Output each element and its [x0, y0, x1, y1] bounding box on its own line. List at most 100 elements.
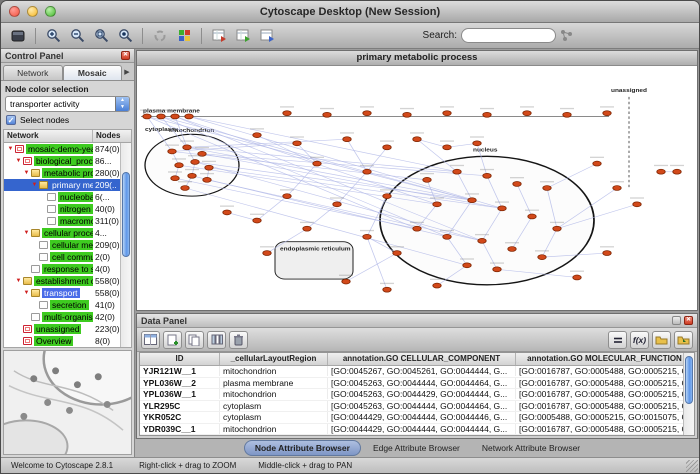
- network-node[interactable]: [633, 202, 641, 207]
- table-scrollbar-thumb[interactable]: [685, 356, 693, 404]
- tree-row-cellular-metabo[interactable]: cellular metabo209(0): [4, 239, 131, 251]
- network-node[interactable]: [363, 169, 371, 174]
- float-panel-icon[interactable]: [672, 316, 681, 325]
- tab-network-attribute-browser[interactable]: Network Attribute Browser: [472, 441, 590, 455]
- network-node[interactable]: [223, 210, 231, 215]
- network-frame-title[interactable]: primary metabolic process: [137, 51, 697, 66]
- network-node[interactable]: [593, 161, 601, 166]
- table-row[interactable]: YJR121W__1mitochondrion[GO:0045267, GO:0…: [140, 366, 694, 378]
- network-node[interactable]: [383, 287, 391, 292]
- network-node[interactable]: [157, 114, 165, 119]
- zoom-window-button[interactable]: [45, 6, 56, 17]
- network-node[interactable]: [493, 267, 501, 272]
- table-scrollbar[interactable]: [683, 353, 694, 435]
- network-node[interactable]: [498, 206, 506, 211]
- network-node[interactable]: [263, 251, 271, 256]
- tab-mosaic[interactable]: Mosaic: [63, 65, 123, 80]
- network-node[interactable]: [283, 111, 291, 116]
- network-node[interactable]: [453, 169, 461, 174]
- color-attribute-dropdown[interactable]: transporter activity ▲▼: [5, 96, 130, 112]
- network-node[interactable]: [523, 111, 531, 116]
- zoom-fit-icon[interactable]: [90, 25, 112, 46]
- network-node[interactable]: [613, 186, 621, 191]
- network-node[interactable]: [443, 145, 451, 150]
- tree-column-network[interactable]: Network: [4, 130, 93, 142]
- network-node[interactable]: [171, 114, 179, 119]
- annotation-icon[interactable]: [256, 25, 278, 46]
- network-node[interactable]: [181, 186, 189, 191]
- table-row[interactable]: YPL036W__1mitochondrion[GO:0045263, GO:0…: [140, 389, 694, 401]
- vizmapper-icon[interactable]: [173, 25, 195, 46]
- network-node[interactable]: [191, 160, 199, 165]
- network-node[interactable]: [283, 194, 291, 199]
- network-node[interactable]: [528, 214, 536, 219]
- network-node[interactable]: [313, 161, 321, 166]
- function-builder-button[interactable]: f(x): [630, 331, 649, 349]
- tree-scrollbar[interactable]: [120, 143, 131, 347]
- network-node[interactable]: [468, 198, 476, 203]
- resize-grip[interactable]: [686, 460, 698, 472]
- tree-row-nucleobase[interactable]: nucleobase6(...: [4, 191, 131, 203]
- folder-icon[interactable]: [652, 331, 671, 349]
- tab-scroll-right-icon[interactable]: ▶: [122, 65, 132, 80]
- network-node[interactable]: [323, 112, 331, 117]
- network-structure-icon[interactable]: [560, 29, 573, 42]
- tree-row-multi-organism-pro[interactable]: multi-organism pro42(0): [4, 311, 131, 323]
- network-node[interactable]: [171, 176, 179, 181]
- network-node[interactable]: [538, 255, 546, 260]
- network-node[interactable]: [478, 238, 486, 243]
- network-overview[interactable]: [3, 350, 132, 455]
- network-node[interactable]: [333, 202, 341, 207]
- close-icon[interactable]: ✕: [121, 51, 130, 60]
- tree-row-nitrogen-compo[interactable]: nitrogen compo40(0): [4, 203, 131, 215]
- import-folder-icon[interactable]: [674, 331, 693, 349]
- network-node[interactable]: [393, 251, 401, 256]
- table-row[interactable]: YKR052Ccytoplasm[GO:0044429, GO:0044444,…: [140, 412, 694, 424]
- zoom-out-icon[interactable]: [66, 25, 88, 46]
- column-id[interactable]: ID: [140, 353, 220, 365]
- network-node[interactable]: [175, 163, 183, 168]
- select-attributes-icon[interactable]: [141, 331, 160, 349]
- network-node[interactable]: [343, 137, 351, 142]
- expander-icon[interactable]: ▼: [22, 230, 31, 236]
- expander-icon[interactable]: ▼: [30, 182, 39, 188]
- network-node[interactable]: [443, 111, 451, 116]
- select-nodes-checkbox[interactable]: ✓: [6, 115, 16, 125]
- zoom-selected-icon[interactable]: [114, 25, 136, 46]
- tree-column-nodes[interactable]: Nodes: [93, 130, 131, 142]
- column-go-molecular-function[interactable]: annotation.GO MOLECULAR_FUNCTION: [516, 353, 694, 365]
- network-node[interactable]: [433, 283, 441, 288]
- network-node[interactable]: [303, 226, 311, 231]
- tree-row-mosaic-demo-yeast[interactable]: ▼mosaic-demo-yeast874(0): [4, 143, 131, 155]
- network-canvas[interactable]: plasma membrane cytoplasm mitochondrion …: [137, 66, 697, 310]
- network-node[interactable]: [433, 202, 441, 207]
- expander-icon[interactable]: ▼: [14, 278, 23, 284]
- minimize-window-button[interactable]: [27, 6, 38, 17]
- window-proxy-icon[interactable]: [7, 25, 29, 46]
- network-node[interactable]: [363, 234, 371, 239]
- network-node[interactable]: [513, 181, 521, 186]
- network-node[interactable]: [403, 112, 411, 117]
- network-node[interactable]: [603, 111, 611, 116]
- tree-row-establishment-of-lo[interactable]: ▼establishment of lo558(0): [4, 275, 131, 287]
- network-node[interactable]: [508, 247, 516, 252]
- network-node[interactable]: [483, 112, 491, 117]
- network-node[interactable]: [563, 112, 571, 117]
- network-node[interactable]: [363, 111, 371, 116]
- copy-attribute-icon[interactable]: [185, 331, 204, 349]
- tree-row-metabolic-process[interactable]: ▼metabolic process280(0): [4, 167, 131, 179]
- expander-icon[interactable]: ▼: [14, 158, 23, 164]
- attribute-columns-icon[interactable]: [207, 331, 226, 349]
- network-node[interactable]: [473, 141, 481, 146]
- network-node[interactable]: [423, 177, 431, 182]
- delete-attribute-icon[interactable]: [229, 331, 248, 349]
- zoom-in-icon[interactable]: [42, 25, 64, 46]
- tab-network[interactable]: Network: [3, 65, 63, 80]
- create-attribute-icon[interactable]: [163, 331, 182, 349]
- network-node[interactable]: [573, 275, 581, 280]
- tree-row-overview[interactable]: Overview8(0): [4, 335, 131, 347]
- column-cellular-layout-region[interactable]: _cellularLayoutRegion: [220, 353, 328, 365]
- network-node[interactable]: [463, 263, 471, 268]
- network-node[interactable]: [293, 141, 301, 146]
- tree-row-primary-metab[interactable]: ▼primary metab209(..: [4, 179, 131, 191]
